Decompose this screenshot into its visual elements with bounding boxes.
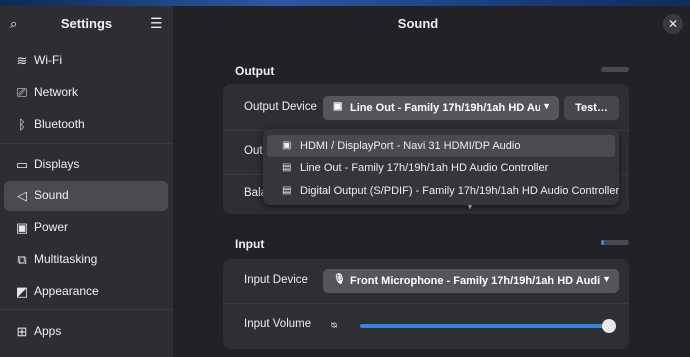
speaker-device-icon: ▣ (333, 101, 343, 112)
multitasking-icon: ⧉ (17, 252, 27, 267)
output-device-popover: ▣ HDMI / DisplayPort - Navi 31 HDMI/DP A… (263, 129, 619, 205)
sidebar-divider (0, 143, 173, 144)
sidebar-item-wifi[interactable]: ≋ Wi-Fi (4, 46, 168, 76)
sidebar-item-label: Wi-Fi (34, 53, 62, 67)
output-section-title: Output (235, 64, 275, 78)
microphone-icon: 🎙 (333, 274, 346, 285)
output-device-label: Output Device (244, 101, 317, 113)
page-title: Sound (397, 16, 439, 31)
sidebar-item-apps[interactable]: ⊞ Apps (4, 317, 168, 347)
device-icon: ▤ (282, 162, 292, 173)
input-section-title: Input (235, 237, 265, 251)
microphone-sensitivity-icon: ᴓ (331, 320, 338, 331)
chevron-down-icon: ▼ (542, 101, 551, 111)
output-level-meter (601, 67, 629, 72)
sidebar-item-label: Network (34, 85, 79, 99)
dropdown-option-label: HDMI / DisplayPort - Navi 31 HDMI/DP Aud… (300, 140, 521, 152)
sidebar-item-sound[interactable]: ◁ Sound (4, 181, 168, 211)
sidebar-item-power[interactable]: ▣ Power (4, 213, 168, 243)
test-button[interactable]: Test… (564, 96, 619, 120)
sidebar: ⌕ Settings ☰ ≋ Wi-Fi ⎚ Network ᛒ Bluetoo… (0, 6, 173, 357)
dropdown-option[interactable]: ▤ Line Out - Family 17h/19h/1ah HD Audio… (267, 157, 615, 179)
input-device-label: Input Device (244, 274, 308, 286)
sidebar-item-label: Appearance (34, 284, 99, 298)
sidebar-item-bluetooth[interactable]: ᛒ Bluetooth (4, 110, 168, 140)
appearance-icon: ◩ (15, 284, 29, 299)
row-divider (223, 303, 629, 304)
input-volume-label: Input Volume (244, 318, 312, 330)
sidebar-title: Settings (60, 16, 113, 31)
sidebar-item-label: Sound (34, 188, 69, 202)
dropdown-option[interactable]: ▣ HDMI / DisplayPort - Navi 31 HDMI/DP A… (267, 135, 615, 157)
sidebar-item-network[interactable]: ⎚ Network (4, 78, 168, 108)
input-level-meter (601, 240, 629, 245)
settings-window: ⌕ Settings ☰ ≋ Wi-Fi ⎚ Network ᛒ Bluetoo… (0, 6, 690, 357)
sidebar-item-multitasking[interactable]: ⧉ Multitasking (4, 245, 168, 275)
device-icon: ▣ (282, 140, 292, 151)
input-device-value: Front Microphone - Family 17h/19h/1ah HD… (350, 275, 600, 287)
sidebar-item-label: Power (34, 220, 69, 234)
input-card: Input Device 🎙 Front Microphone - Family… (223, 259, 629, 349)
output-device-value: Line Out - Family 17h/19h/1ah HD Au… (350, 102, 540, 114)
sidebar-item-appearance[interactable]: ◩ Appearance (4, 277, 168, 307)
sidebar-item-label: Multitasking (34, 252, 98, 266)
dropdown-option[interactable]: ▤ Digital Output (S/PDIF) - Family 17h/1… (267, 180, 619, 202)
sidebar-divider (0, 309, 173, 310)
dropdown-option-label: Digital Output (S/PDIF) - Family 17h/19h… (300, 185, 620, 197)
power-icon: ▣ (15, 220, 29, 235)
input-volume-slider[interactable] (360, 324, 609, 328)
apps-icon: ⊞ (16, 324, 28, 339)
hamburger-menu-icon[interactable]: ☰ (150, 15, 163, 32)
chevron-down-icon: ▼ (602, 274, 611, 284)
input-volume-slider-handle[interactable] (602, 319, 616, 333)
sidebar-item-label: Apps (34, 324, 62, 338)
sidebar-item-displays[interactable]: ▭ Displays (4, 150, 168, 180)
sidebar-item-label: Bluetooth (34, 117, 85, 131)
network-icon: ⎚ (16, 85, 28, 100)
bluetooth-icon: ᛒ (18, 117, 26, 132)
input-device-dropdown[interactable]: 🎙 Front Microphone - Family 17h/19h/1ah … (323, 269, 619, 293)
output-device-dropdown[interactable]: ▣ Line Out - Family 17h/19h/1ah HD Au… ▼ (323, 96, 559, 120)
display-icon: ▭ (15, 157, 29, 172)
close-button[interactable]: ✕ (663, 14, 683, 34)
device-icon: ▤ (282, 185, 292, 196)
wifi-icon: ≋ (16, 53, 28, 68)
speaker-icon: ◁ (17, 188, 27, 203)
sidebar-header: ⌕ Settings ☰ (0, 6, 173, 42)
dropdown-option-label: Line Out - Family 17h/19h/1ah HD Audio C… (300, 162, 549, 174)
sidebar-item-label: Displays (34, 157, 80, 171)
